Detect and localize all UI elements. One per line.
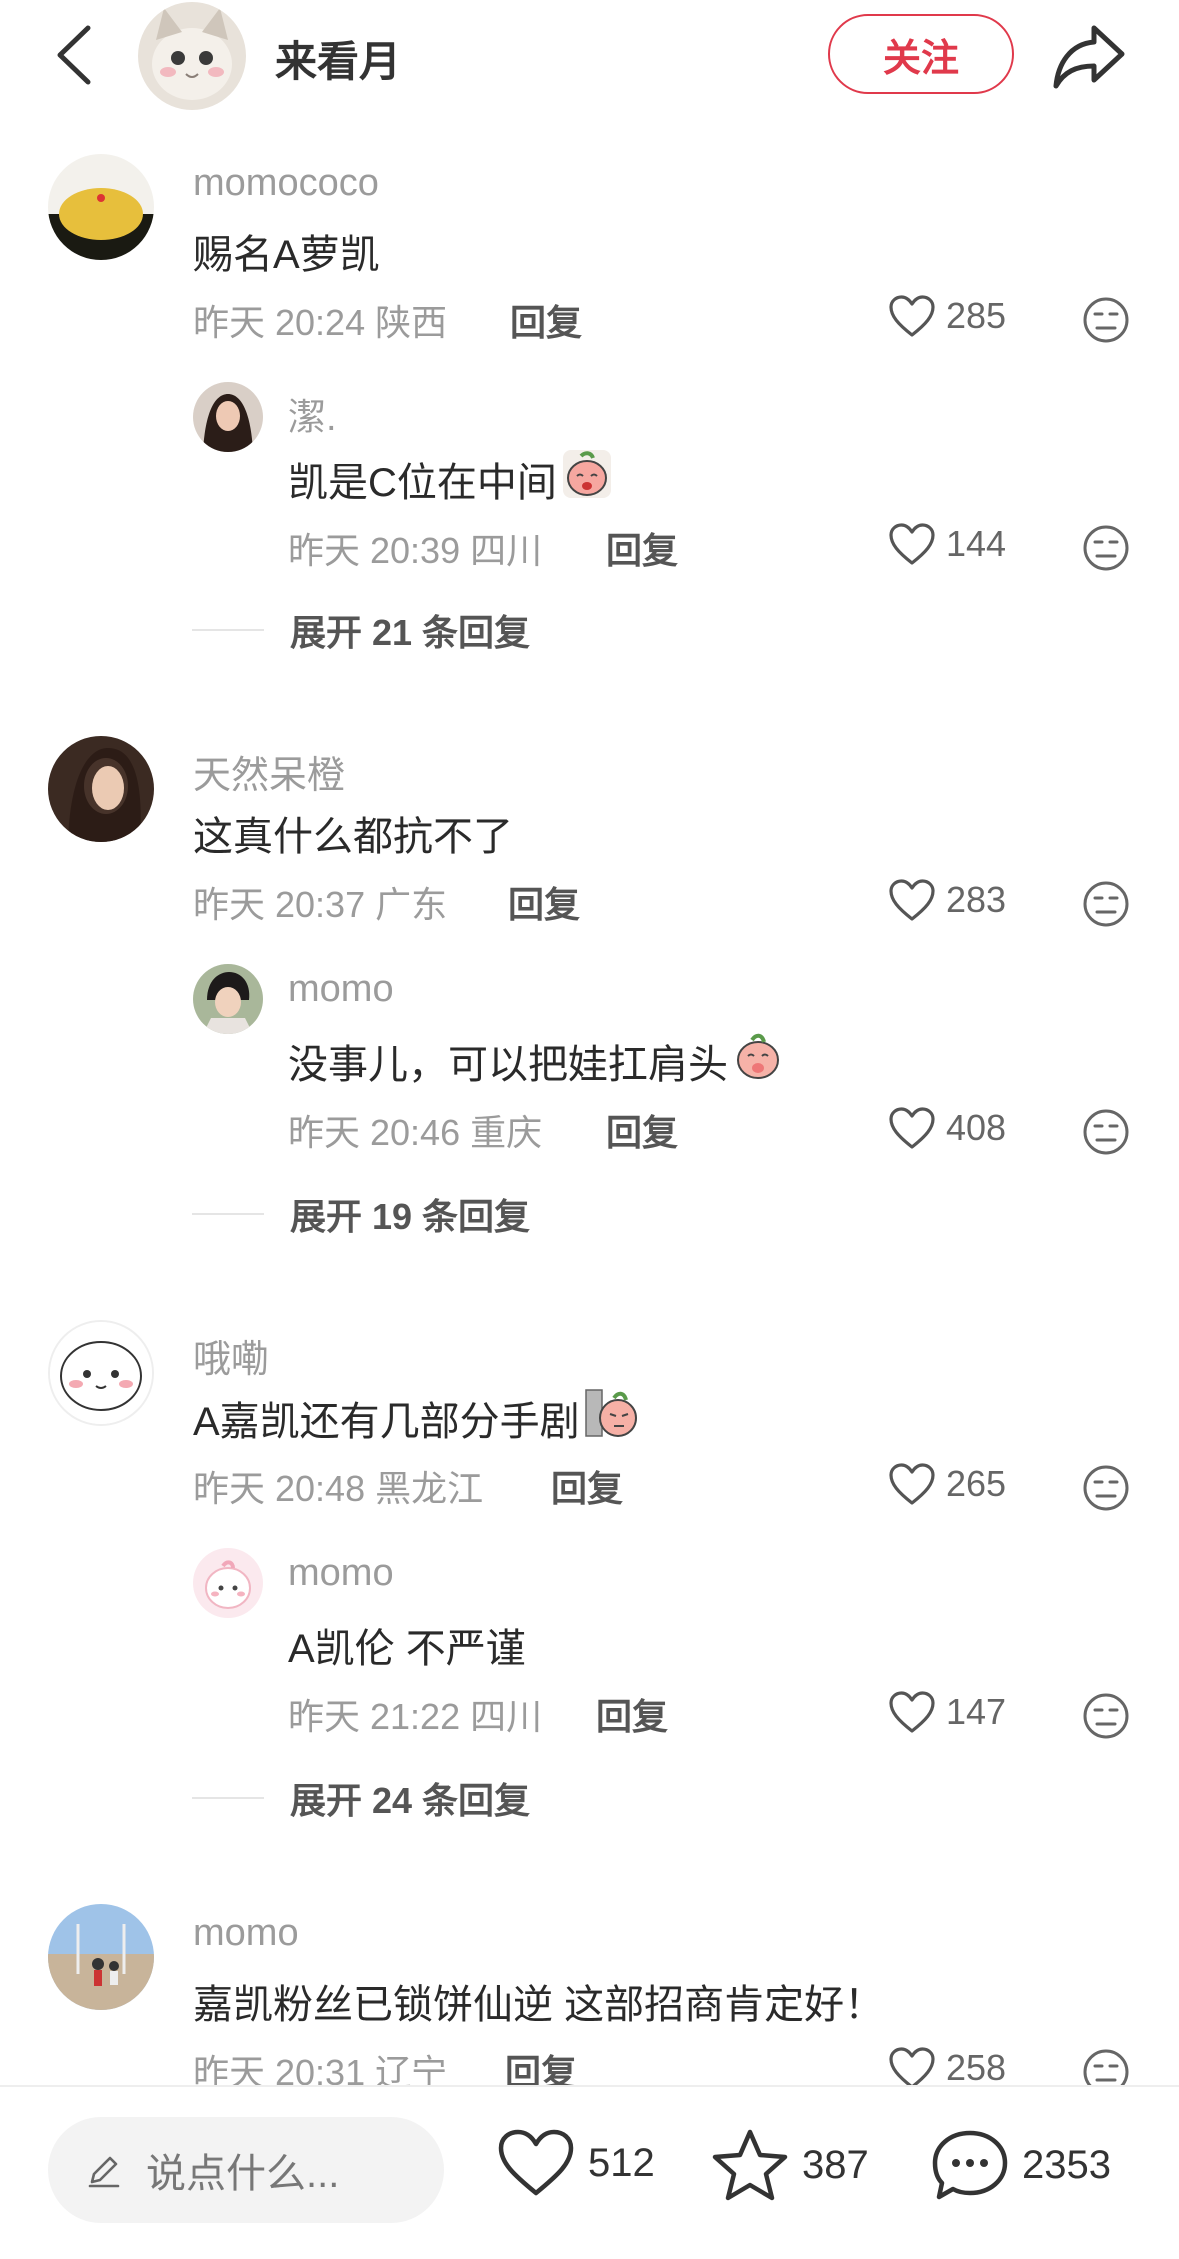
giggle-sticker-icon <box>732 1030 784 1092</box>
dislike-icon[interactable] <box>1082 1464 1130 1512</box>
reply-meta: 昨天 21:22 四川 <box>288 1696 543 1737</box>
bottom-action-bar: 说点什么... 512 387 2353 <box>0 2085 1179 2259</box>
expand-replies-button[interactable]: 展开 19 条回复 <box>192 1188 530 1240</box>
like-button[interactable]: 144 <box>888 522 1006 566</box>
reply-button[interactable]: 回复 <box>606 522 678 574</box>
reply-button[interactable]: 回复 <box>551 1460 623 1512</box>
dislike-icon[interactable] <box>1082 524 1130 572</box>
user-avatar[interactable] <box>48 736 154 842</box>
reply-username[interactable]: momo <box>288 1552 394 1595</box>
expand-replies-label: 展开 21 条回复 <box>290 612 531 653</box>
heart-icon <box>889 295 935 337</box>
post-like-count: 512 <box>588 2140 655 2185</box>
comment-text-content: A嘉凯还有几部分手剧 <box>193 1400 580 1444</box>
like-button[interactable]: 408 <box>888 1106 1006 1150</box>
comment-input-placeholder: 说点什么... <box>146 2152 340 2196</box>
heart-icon <box>889 1463 935 1505</box>
reply-button[interactable]: 回复 <box>510 294 582 346</box>
reply-text: 没事儿，可以把娃扛肩头 <box>288 1030 784 1092</box>
expand-replies-button[interactable]: 展开 24 条回复 <box>192 1772 530 1824</box>
reply-text: A凯伦 不严谨 <box>288 1627 526 1671</box>
top-bar: 来看月 关注 <box>0 0 1179 120</box>
comment-count: 2353 <box>1022 2142 1111 2187</box>
reply-username[interactable]: momo <box>288 968 394 1011</box>
heart-icon <box>889 879 935 921</box>
like-button[interactable]: 285 <box>888 294 1006 338</box>
expand-replies-label: 展开 19 条回复 <box>290 1196 531 1237</box>
back-icon[interactable] <box>44 20 104 90</box>
dislike-icon[interactable] <box>1082 1108 1130 1156</box>
username[interactable]: 天然呆橙 <box>193 744 345 799</box>
follow-button[interactable]: 关注 <box>828 14 1014 94</box>
username[interactable]: 哦嘞 <box>193 1328 269 1383</box>
reply-text-content: 没事儿，可以把娃扛肩头 <box>288 1043 728 1087</box>
comment-text: 嘉凯粉丝已锁饼仙逆 这部招商肯定好！ <box>193 1983 885 2027</box>
user-avatar[interactable] <box>48 154 154 260</box>
divider-line <box>192 1213 264 1215</box>
author-avatar[interactable] <box>138 2 246 110</box>
heart-icon <box>498 2129 574 2196</box>
reply-avatar[interactable] <box>193 1548 263 1618</box>
like-count: 147 <box>946 1691 1007 1732</box>
comment-text: 赐名A萝凯 <box>193 233 380 277</box>
like-count: 408 <box>946 1107 1007 1148</box>
dislike-icon[interactable] <box>1082 296 1130 344</box>
like-count: 265 <box>946 1463 1007 1504</box>
like-button[interactable]: 265 <box>888 1462 1006 1506</box>
heart-icon <box>889 523 935 565</box>
reply-username[interactable]: 潔. <box>288 386 337 441</box>
comment-meta: 昨天 20:37 广东 <box>193 884 448 925</box>
like-button[interactable]: 147 <box>888 1690 1006 1734</box>
peek-sticker-icon <box>584 1386 638 1450</box>
comment-input[interactable]: 说点什么... <box>48 2117 444 2223</box>
reply-avatar[interactable] <box>193 964 263 1034</box>
like-button[interactable]: 258 <box>888 2046 1006 2090</box>
user-avatar[interactable] <box>48 1904 154 2010</box>
reply-text-content: 凯是C位在中间 <box>288 461 557 505</box>
comment-text: 这真什么都抗不了 <box>193 815 513 859</box>
reply-button[interactable]: 回复 <box>596 1688 668 1740</box>
heart-icon <box>889 2047 935 2089</box>
like-count: 144 <box>946 523 1007 564</box>
like-post-button[interactable]: 512 <box>496 2127 655 2199</box>
like-count: 285 <box>946 295 1007 336</box>
star-icon <box>712 2129 788 2201</box>
user-avatar[interactable] <box>48 1320 154 1426</box>
dislike-icon[interactable] <box>1082 1692 1130 1740</box>
reply-text: 凯是C位在中间 <box>288 448 613 510</box>
comment-bubble-icon <box>932 2130 1008 2200</box>
reply-meta: 昨天 20:39 四川 <box>288 530 543 571</box>
comments-button[interactable]: 2353 <box>930 2127 1111 2203</box>
like-button[interactable]: 283 <box>888 878 1006 922</box>
heart-icon <box>889 1691 935 1733</box>
dislike-icon[interactable] <box>1082 880 1130 928</box>
crying-sticker-icon <box>561 448 613 510</box>
reply-button[interactable]: 回复 <box>508 876 580 928</box>
reply-meta: 昨天 20:46 重庆 <box>288 1112 543 1153</box>
reply-avatar[interactable] <box>193 382 263 452</box>
expand-replies-label: 展开 24 条回复 <box>290 1780 531 1821</box>
pencil-icon <box>88 2156 120 2188</box>
favorite-button[interactable]: 387 <box>710 2127 869 2203</box>
author-name[interactable]: 来看月 <box>275 28 401 89</box>
reply-button[interactable]: 回复 <box>606 1104 678 1156</box>
divider-line <box>192 629 264 631</box>
favorite-count: 387 <box>802 2142 869 2187</box>
share-icon[interactable] <box>1052 20 1128 92</box>
username[interactable]: momo <box>193 1912 299 1955</box>
heart-icon <box>889 1107 935 1149</box>
comment-text: A嘉凯还有几部分手剧 <box>193 1386 638 1450</box>
like-count: 283 <box>946 879 1007 920</box>
username[interactable]: momococo <box>193 162 379 205</box>
comment-meta: 昨天 20:24 陕西 <box>193 302 448 343</box>
comment-meta: 昨天 20:48 黑龙江 <box>193 1468 484 1509</box>
expand-replies-button[interactable]: 展开 21 条回复 <box>192 604 530 656</box>
like-count: 258 <box>946 2047 1007 2088</box>
divider-line <box>192 1797 264 1799</box>
